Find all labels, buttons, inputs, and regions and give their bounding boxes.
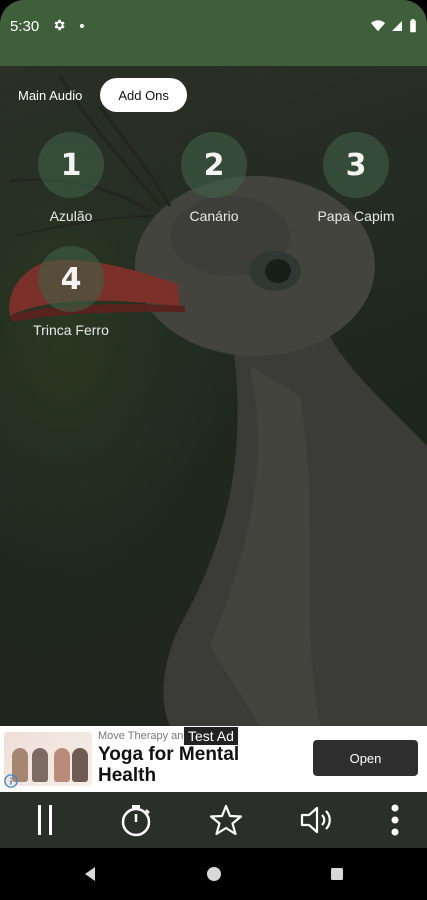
audio-item-1[interactable]: 1 Azulão: [11, 132, 131, 242]
pause-button[interactable]: [17, 792, 73, 848]
audio-label: Trinca Ferro: [33, 322, 109, 338]
favorite-button[interactable]: [198, 792, 254, 848]
ad-title[interactable]: Yoga for Mental Health: [98, 744, 278, 786]
battery-icon: [410, 19, 416, 33]
signal-icon: [392, 21, 402, 31]
nav-recents-button[interactable]: [325, 862, 349, 886]
more-vert-icon: [391, 804, 399, 836]
ad-subtitle: Move Therapy and: [98, 730, 190, 742]
ad-person-shape: [72, 748, 88, 782]
audio-label: Canário: [189, 208, 239, 224]
pause-icon: [38, 805, 52, 835]
settings-icon: [54, 19, 65, 31]
audio-play-button[interactable]: 4: [38, 246, 104, 312]
test-ad-badge: Test Ad: [184, 727, 238, 745]
audio-item-3[interactable]: 3 Papa Capim: [296, 132, 416, 242]
timer-button[interactable]: [108, 792, 164, 848]
audio-item-4[interactable]: 4 Trinca Ferro: [11, 246, 131, 356]
status-time: 5:30: [10, 18, 40, 35]
volume-icon: [300, 806, 331, 834]
ad-info-icon[interactable]: [4, 774, 18, 788]
star-icon: [209, 804, 243, 836]
audio-play-button[interactable]: 2: [181, 132, 247, 198]
audio-play-button[interactable]: 3: [323, 132, 389, 198]
volume-button[interactable]: [289, 792, 345, 848]
tab-bar: Main Audio Add Ons: [10, 78, 187, 112]
screen: 5:30 Main Audio Add Ons 1 Azulão 2 Canár…: [0, 0, 427, 900]
audio-number: 4: [60, 261, 82, 297]
status-icons: [371, 18, 417, 34]
recents-icon: [331, 868, 343, 880]
wifi-icon: [371, 20, 385, 32]
audio-number: 2: [203, 147, 225, 183]
audio-play-button[interactable]: 1: [38, 132, 104, 198]
audio-item-2[interactable]: 2 Canário: [154, 132, 274, 242]
audio-label: Azulão: [49, 208, 93, 224]
ad-person-shape: [54, 748, 70, 782]
home-icon: [207, 867, 221, 881]
system-nav-bar: [0, 848, 427, 900]
audio-number: 3: [345, 147, 367, 183]
ad-open-button[interactable]: Open: [313, 740, 418, 776]
back-icon: [85, 867, 95, 881]
tab-main-audio[interactable]: Main Audio: [10, 78, 90, 112]
timer-icon: [121, 805, 151, 837]
more-options-button[interactable]: [367, 792, 423, 848]
playback-controls: [0, 792, 427, 848]
notification-dot-icon: [80, 24, 84, 28]
audio-number: 1: [60, 147, 82, 183]
status-bar: 5:30: [0, 0, 427, 66]
nav-back-button[interactable]: [78, 862, 102, 886]
tab-add-ons[interactable]: Add Ons: [100, 78, 187, 112]
ad-person-shape: [32, 748, 48, 782]
audio-label: Papa Capim: [317, 208, 395, 224]
nav-home-button[interactable]: [202, 862, 226, 886]
